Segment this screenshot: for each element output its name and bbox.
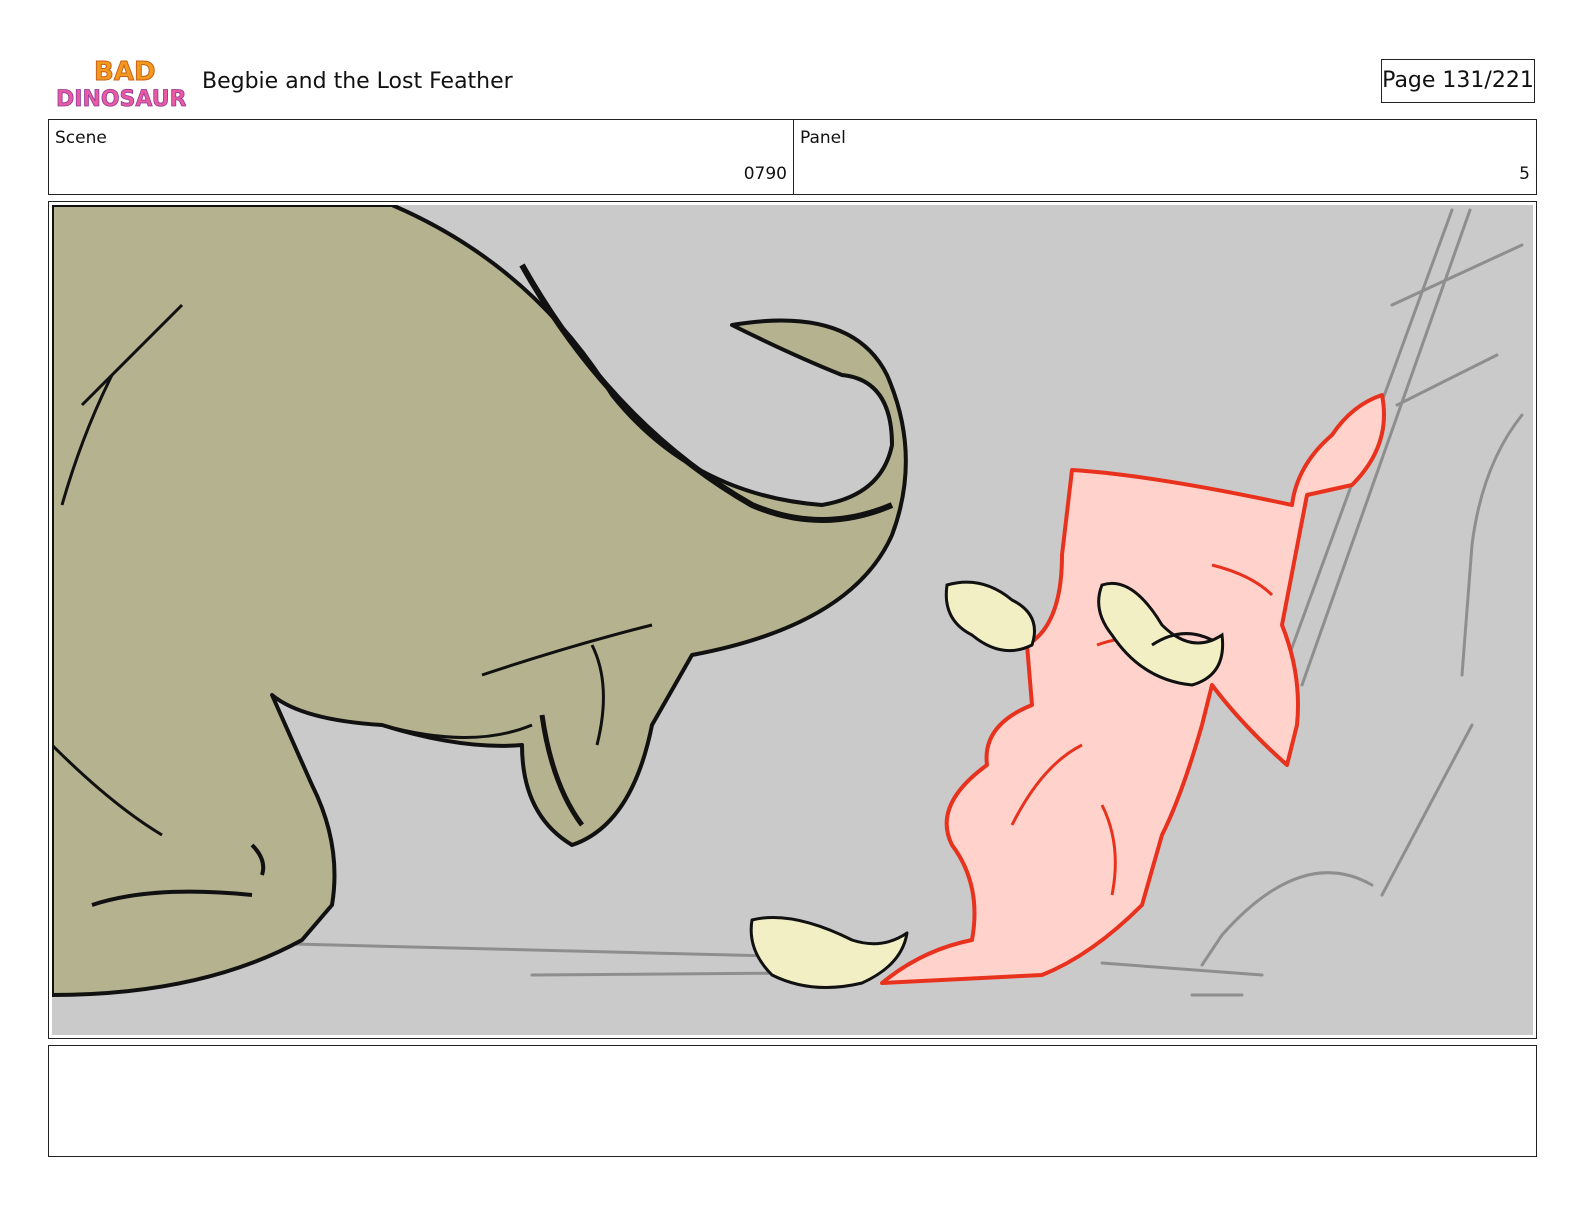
scene-cell: Scene 0790 [49, 120, 794, 194]
document-title: Begbie and the Lost Feather [202, 69, 513, 94]
panel-cell: Panel 5 [794, 120, 1536, 194]
scene-panel-info: Scene 0790 Panel 5 [48, 119, 1537, 195]
scene-label: Scene [55, 128, 107, 148]
storyboard-frame [48, 201, 1537, 1039]
scene-value: 0790 [743, 164, 787, 184]
notes-box [48, 1045, 1537, 1157]
panel-label: Panel [800, 128, 846, 148]
svg-text:DINOSAURS: DINOSAURS [56, 87, 186, 112]
page-number: Page 131/221 [1381, 59, 1535, 103]
panel-value: 5 [1519, 164, 1530, 184]
svg-text:BAD: BAD [94, 57, 156, 87]
bad-dinosaurs-logo: BAD DINOSAURS [56, 57, 186, 113]
storyboard-drawing [52, 205, 1533, 1035]
